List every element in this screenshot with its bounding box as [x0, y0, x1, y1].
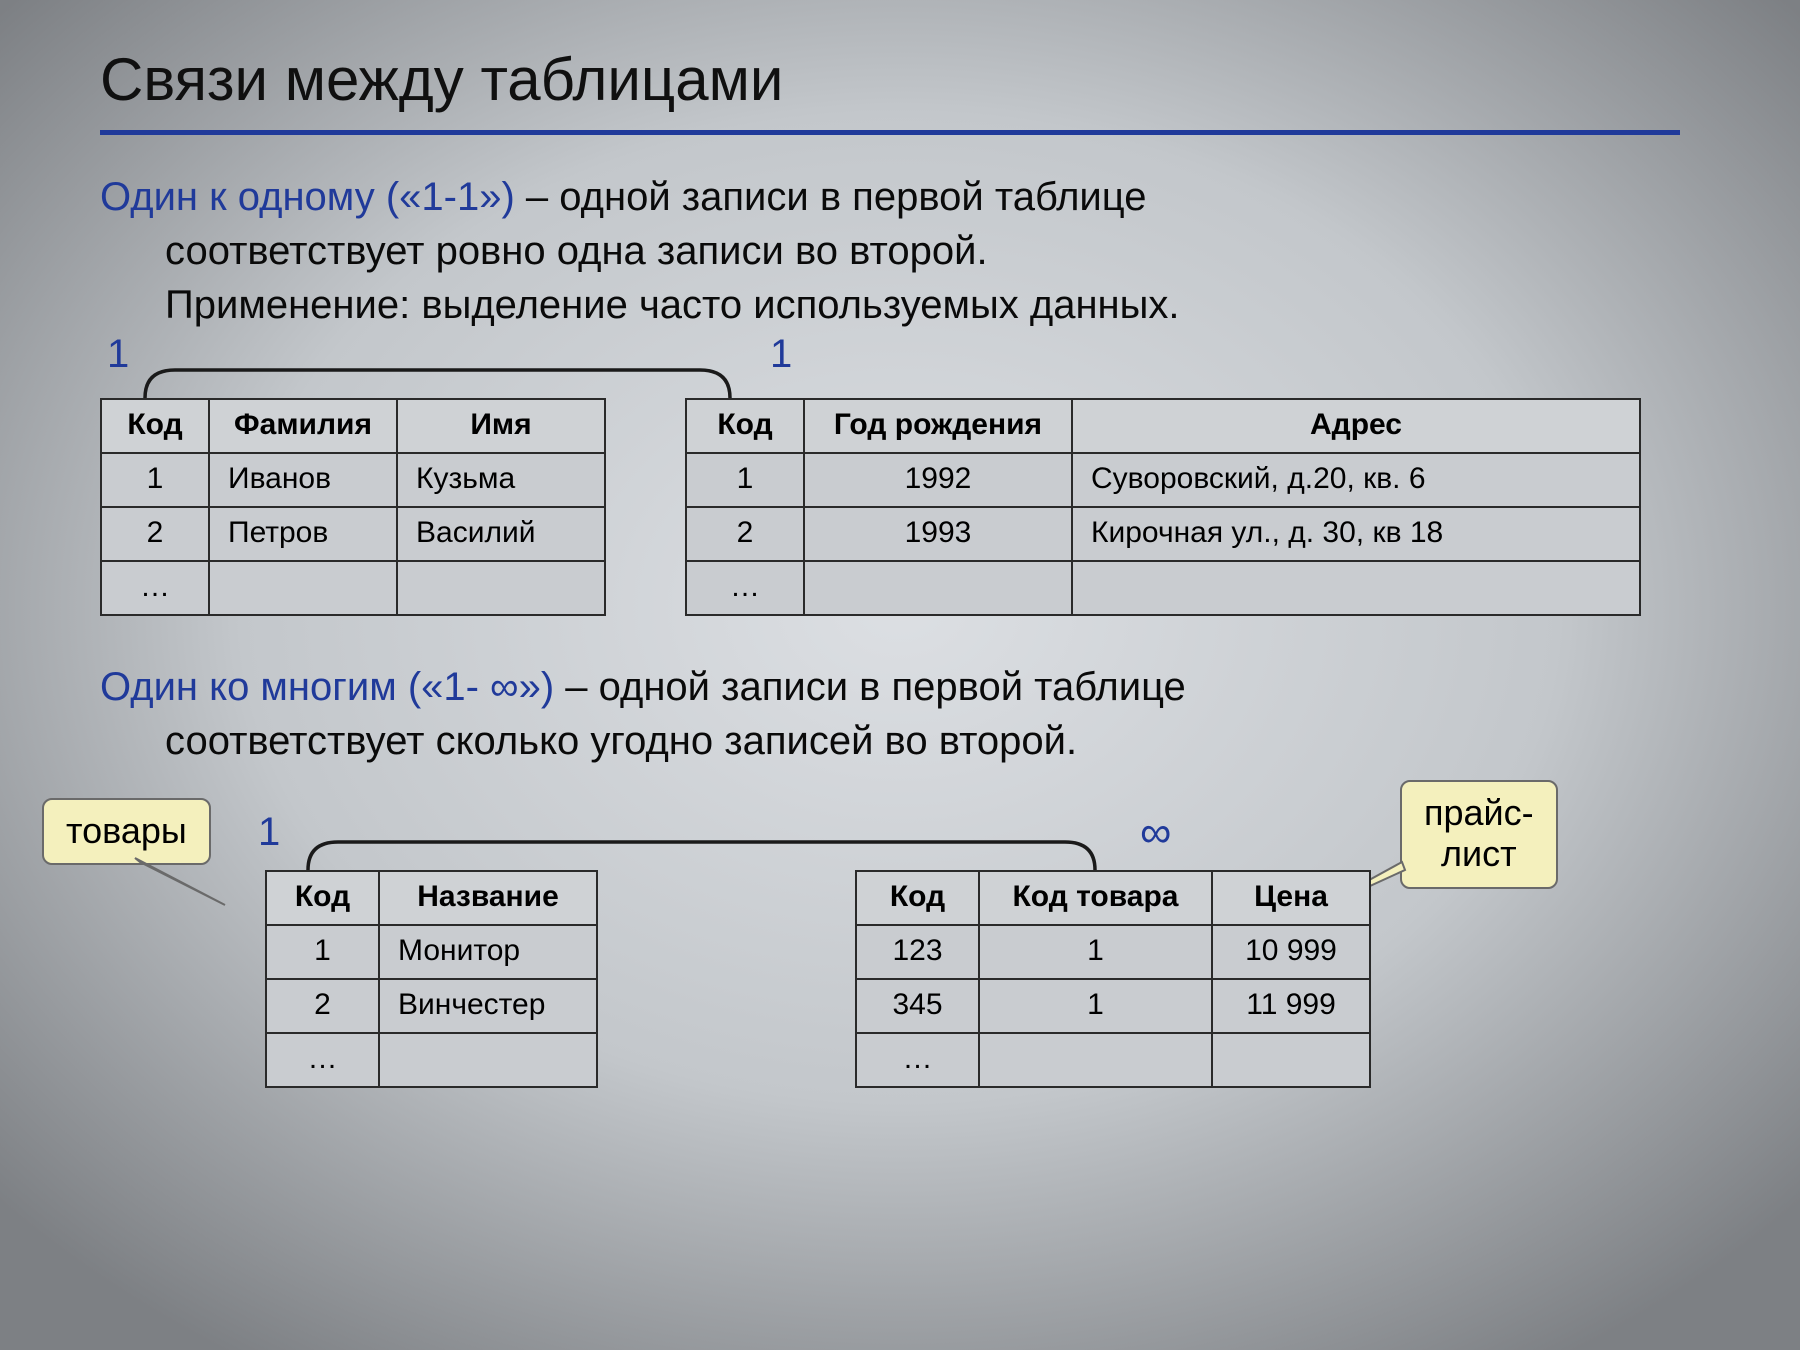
section2-line2: соответствует сколько угодно записей во … — [100, 719, 1077, 763]
section2-cardinality-left: 1 — [258, 810, 280, 855]
section2-table-b: Код Код товара Цена 123 1 10 999 345 1 1… — [855, 870, 1371, 1088]
table-row: … — [686, 561, 1640, 615]
section1-table-b: Код Год рождения Адрес 1 1992 Суворовски… — [685, 398, 1641, 616]
section1-line2: соответствует ровно одна записи во второ… — [100, 229, 988, 273]
section2-rest: – одной записи в первой таблице — [554, 665, 1186, 709]
section2-accent: Один ко многим («1- ∞») — [100, 665, 554, 709]
table-row: … — [266, 1033, 597, 1087]
page-title: Связи между таблицами — [100, 45, 783, 114]
table-header-row: Код Фамилия Имя — [101, 399, 605, 453]
table-row: 2 Петров Василий — [101, 507, 605, 561]
col-address: Адрес — [1072, 399, 1640, 453]
col-surname: Фамилия — [209, 399, 397, 453]
col-title: Название — [379, 871, 597, 925]
col-code: Код — [266, 871, 379, 925]
section1-accent: Один к одному («1-1») — [100, 175, 515, 219]
table-row: 345 1 11 999 — [856, 979, 1370, 1033]
title-rule — [100, 130, 1680, 135]
slide: Связи между таблицами Один к одному («1-… — [0, 0, 1800, 1350]
col-product-code: Код товара — [979, 871, 1212, 925]
table-row: 1 Иванов Кузьма — [101, 453, 605, 507]
table-row: 1 1992 Суворовский, д.20, кв. 6 — [686, 453, 1640, 507]
table-row: 2 1993 Кирочная ул., д. 30, кв 18 — [686, 507, 1640, 561]
section1-cardinality-left: 1 — [107, 332, 129, 377]
table-row: … — [856, 1033, 1370, 1087]
col-code: Код — [101, 399, 209, 453]
section1-table-a: Код Фамилия Имя 1 Иванов Кузьма 2 Петров… — [100, 398, 606, 616]
col-code: Код — [686, 399, 804, 453]
section1-rest: – одной записи в первой таблице — [515, 175, 1147, 219]
table-row: 2 Винчестер — [266, 979, 597, 1033]
table-row: 1 Монитор — [266, 925, 597, 979]
section1-cardinality-right: 1 — [770, 332, 792, 377]
col-price: Цена — [1212, 871, 1370, 925]
table-header-row: Код Код товара Цена — [856, 871, 1370, 925]
section2-text: Один ко многим («1- ∞») – одной записи в… — [100, 660, 1700, 768]
col-year: Год рождения — [804, 399, 1072, 453]
col-name: Имя — [397, 399, 605, 453]
col-code: Код — [856, 871, 979, 925]
table-row: 123 1 10 999 — [856, 925, 1370, 979]
table-header-row: Код Год рождения Адрес — [686, 399, 1640, 453]
section2-table-a: Код Название 1 Монитор 2 Винчестер … — [265, 870, 598, 1088]
section2-cardinality-right: ∞ — [1140, 808, 1171, 858]
callout-goods: товары — [42, 798, 211, 865]
table-header-row: Код Название — [266, 871, 597, 925]
table-row: … — [101, 561, 605, 615]
callout-pricelist: прайс- лист — [1400, 780, 1558, 889]
section1-text: Один к одному («1-1») – одной записи в п… — [100, 170, 1700, 332]
section1-line3: Применение: выделение часто используемых… — [100, 283, 1180, 327]
